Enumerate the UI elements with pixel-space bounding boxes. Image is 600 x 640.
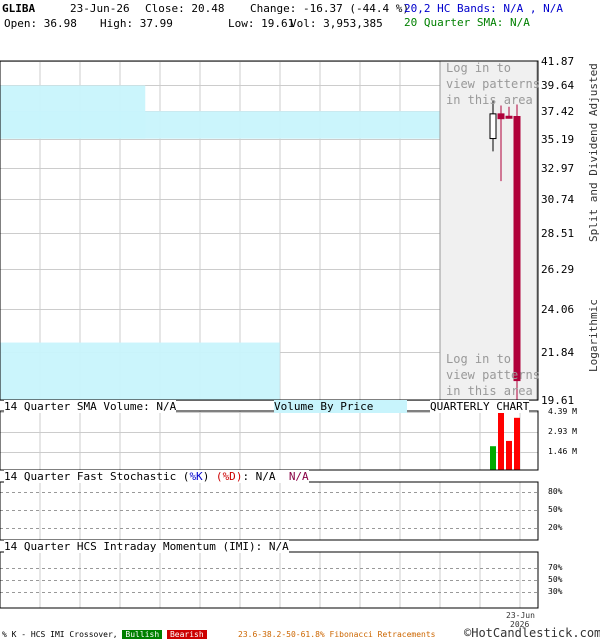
candle-body [489,113,497,140]
price-tick-label: 26.29 [541,262,575,276]
stochastic-level-label: 20% [548,523,563,532]
price-tick-label: 35.19 [541,132,575,146]
volume-bar [506,440,512,470]
pattern-watermark-bottom: Log in to view patterns in this area [446,352,540,398]
stochastic-value: : N/A [242,470,276,483]
volume-bar [514,417,520,470]
volume-tick-label: 1.46 M [548,447,577,456]
volume-bars [490,412,520,470]
pattern-zone [439,60,538,401]
stochastic-k: %K [189,470,203,483]
stochastic-level-label: 80% [548,487,563,496]
vbp-bar [0,342,280,400]
price-tick-label: 19.61 [541,393,575,407]
candle-body [513,116,521,382]
imi-level-label: 70% [548,563,563,572]
x-tick-date: 23-Jun [506,611,535,620]
stochastic-d: %D [222,470,236,483]
price-tick-label: 41.87 [541,54,575,68]
volume-panel-title: 14 Quarter SMA Volume: N/A [4,400,177,413]
price-tick-label: 24.06 [541,302,575,316]
chart-type-label: QUARTERLY CHART [430,400,530,413]
candle-body [505,115,513,119]
scale-label: Logarithmic [587,299,600,372]
fibonacci-label: 23.6-38.2-50-61.8% Fibonacci Retracement… [238,630,436,639]
stochastic-level-label: 50% [548,505,563,514]
bullish-badge: Bullish [122,630,163,639]
price-tick-label: 37.42 [541,104,575,118]
adjusted-label: Split and Dividend Adjusted [587,63,600,242]
brand-link[interactable]: ©HotCandlestick.com [464,626,600,640]
price-tick-label: 28.51 [541,226,575,240]
stochastic-na: N/A [288,470,309,483]
stochastic-grid [0,482,538,540]
volume-grid [0,411,538,470]
volume-bar [490,446,496,470]
imi-title: 14 Quarter HCS Intraday Momentum (IMI): … [4,540,289,553]
imi-grid [0,552,538,608]
stochastic-title: 14 Quarter Fast Stochastic (%K) (%D): N/… [4,470,309,483]
volume-bar [498,412,504,470]
candle-body [497,113,505,120]
volume-tick-label: 2.93 M [548,427,577,436]
volume-tick-label: 4.39 M [548,407,577,416]
pattern-watermark-top: Log in to view patterns in this area [446,61,540,107]
vbp-title: Volume By Price [274,400,408,413]
price-tick-label: 21.84 [541,345,575,359]
imi-level-label: 30% [548,587,563,596]
volume-frame [0,410,539,471]
price-tick-label: 32.97 [541,161,575,175]
bearish-badge: Bearish [166,630,207,639]
footer-legend: % K - HCS IMI Crossover, Bullish Bearish [2,630,207,639]
stochastic-prefix: 14 Quarter Fast Stochastic ( [4,470,190,483]
imi-level-label: 50% [548,575,563,584]
crossover-label: % K - HCS IMI Crossover, [2,630,118,639]
price-tick-label: 39.64 [541,78,575,92]
price-tick-label: 30.74 [541,192,575,206]
